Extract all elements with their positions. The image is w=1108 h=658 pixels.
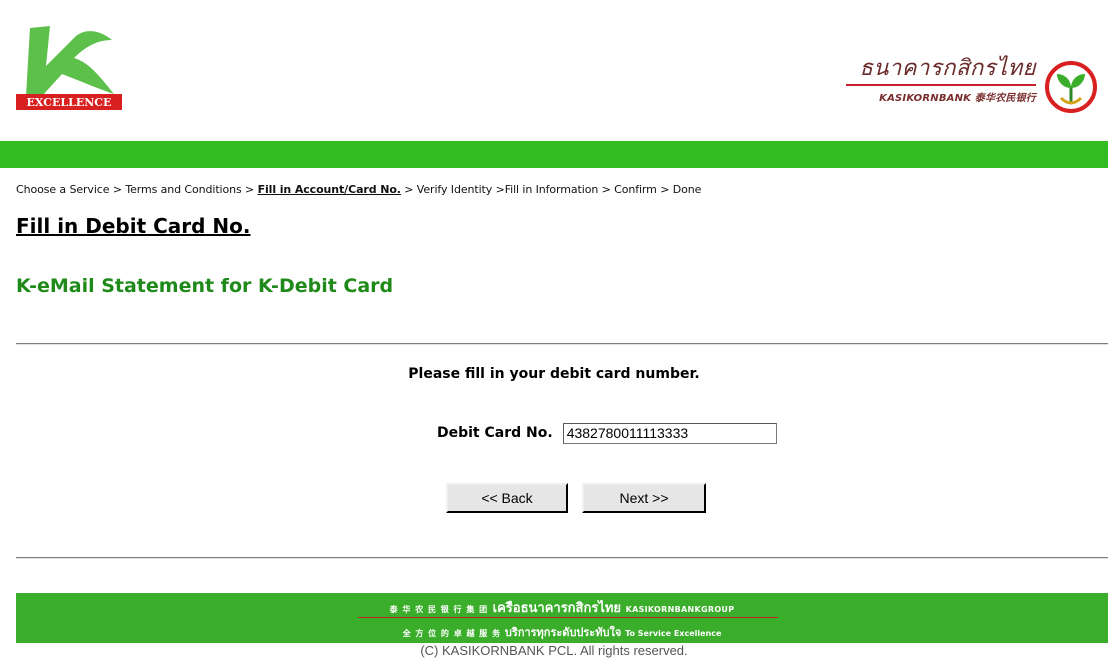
page-title: Fill in Debit Card No. [16,214,251,238]
bank-name-english: KASIKORNBANK 泰华农民银行 [879,93,1036,104]
breadcrumb-step: Fill in Information [504,183,599,196]
debit-card-input[interactable] [562,422,777,444]
back-button[interactable]: << Back [446,483,568,513]
k-excellence-logo: EXCELLENCE [16,22,126,112]
debit-card-label: Debit Card No. [437,425,553,441]
instruction-text: Please fill in your debit card number. [408,366,700,382]
breadcrumb-step: Choose a Service [16,183,110,196]
next-button[interactable]: Next >> [582,483,706,513]
breadcrumb-current-step: Fill in Account/Card No. [257,183,401,196]
breadcrumb-step: Verify Identity [416,183,493,196]
breadcrumb: Choose a Service > Terms and Conditions … [16,183,702,196]
breadcrumb-step: Confirm [614,183,657,196]
bank-name-thai: ธนาคารกสิกรไทย [859,56,1036,81]
section-title: K-eMail Statement for K-Debit Card [16,275,394,297]
kbank-emblem-icon [1045,61,1097,113]
footer-group-line: 泰 华 农 民 银 行 集 团 เครือธนาคารกสิกรไทย KASI… [389,601,735,616]
divider [16,557,1108,559]
divider [16,343,1108,345]
kasikornbank-logo: ธนาคารกสิกรไทย KASIKORNBANK 泰华农民银行 [846,56,1098,122]
copyright-text: (C) KASIKORNBANK PCL. All rights reserve… [420,643,688,658]
breadcrumb-step: Done [672,183,702,196]
debit-card-row: Debit Card No. [437,420,777,446]
footer-banner: 泰 华 农 民 银 行 集 团 เครือธนาคารกสิกรไทย KASI… [16,593,1108,643]
footer-slogan-line: 全 方 位 的 卓 越 服 务 บริการทุกระดับประทับใจ T… [402,626,722,639]
breadcrumb-step: Terms and Conditions [125,183,242,196]
svg-text:EXCELLENCE: EXCELLENCE [27,96,112,109]
header-green-bar [0,141,1108,168]
